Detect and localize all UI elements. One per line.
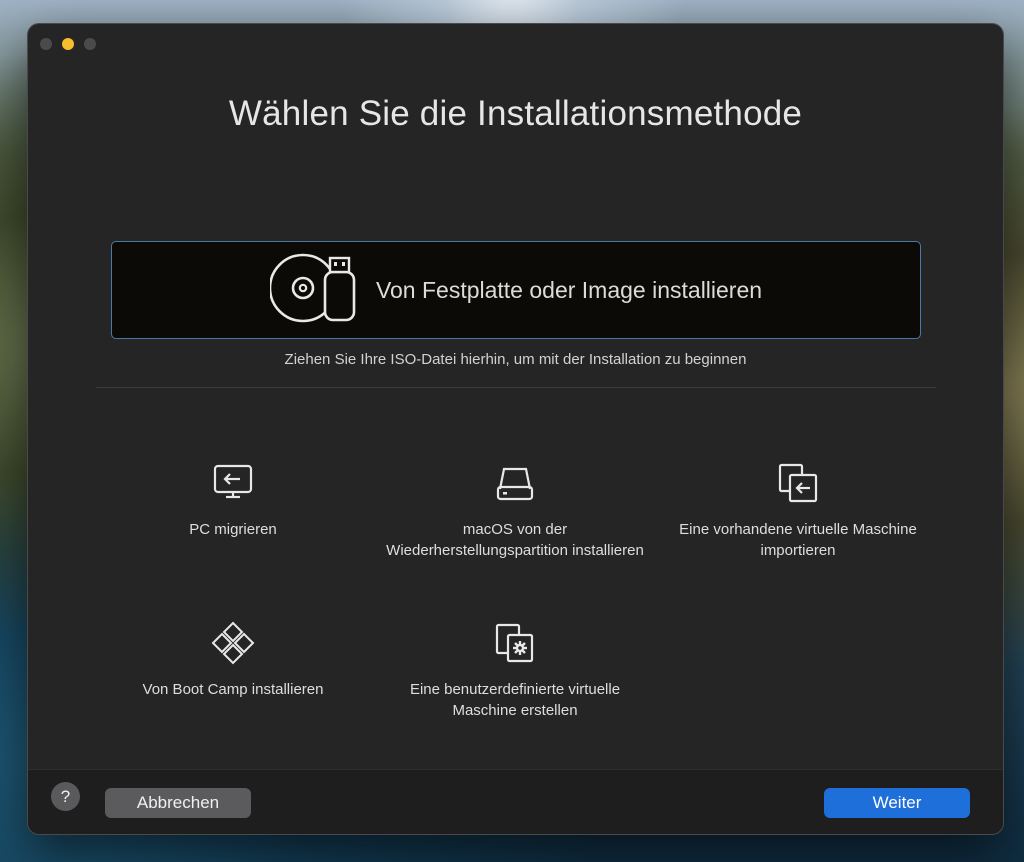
- close-window-button[interactable]: [40, 38, 52, 50]
- option-install-macos-recovery[interactable]: macOS von der Wiederherstellungspartitio…: [385, 461, 645, 561]
- gear-window-icon: [385, 621, 645, 665]
- import-vm-icon: [668, 461, 928, 505]
- option-label: macOS von der Wiederherstellungspartitio…: [386, 521, 644, 559]
- help-button[interactable]: ?: [51, 782, 80, 811]
- page-title: Wählen Sie die Installationsmethode: [228, 94, 803, 133]
- drop-zone-hint: Ziehen Sie Ihre ISO-Datei hierhin, um mi…: [284, 351, 747, 368]
- option-import-vm[interactable]: Eine vorhandene virtuelle Maschine impor…: [668, 461, 928, 561]
- option-label: PC migrieren: [189, 521, 277, 538]
- installation-assistant-window: Wählen Sie die Installationsmethode Von …: [28, 24, 1003, 834]
- option-label: Eine vorhandene virtuelle Maschine impor…: [679, 521, 917, 559]
- option-label: Eine benutzerdefinierte virtuelle Maschi…: [409, 681, 621, 719]
- next-button[interactable]: Weiter: [824, 788, 970, 818]
- footer-bar: ? Abbrechen Weiter: [28, 769, 1003, 834]
- option-label: Von Boot Camp installieren: [142, 681, 324, 698]
- hard-drive-icon: [385, 461, 645, 505]
- minimize-window-button[interactable]: [62, 38, 74, 50]
- option-install-bootcamp[interactable]: Von Boot Camp installieren: [103, 621, 363, 700]
- option-create-custom-vm[interactable]: Eine benutzerdefinierte virtuelle Maschi…: [385, 621, 645, 721]
- drop-zone-label: Von Festplatte oder Image installieren: [375, 276, 763, 303]
- cancel-button[interactable]: Abbrechen: [105, 788, 251, 818]
- monitor-import-icon: [103, 461, 363, 505]
- windows-diamond-icon: [103, 621, 363, 665]
- disc-usb-icon: [268, 252, 360, 329]
- zoom-window-button[interactable]: [84, 38, 96, 50]
- install-from-image-drop-zone[interactable]: Von Festplatte oder Image installieren: [111, 241, 921, 339]
- window-controls: [40, 38, 96, 50]
- option-migrate-pc[interactable]: PC migrieren: [103, 461, 363, 540]
- divider: [96, 387, 936, 388]
